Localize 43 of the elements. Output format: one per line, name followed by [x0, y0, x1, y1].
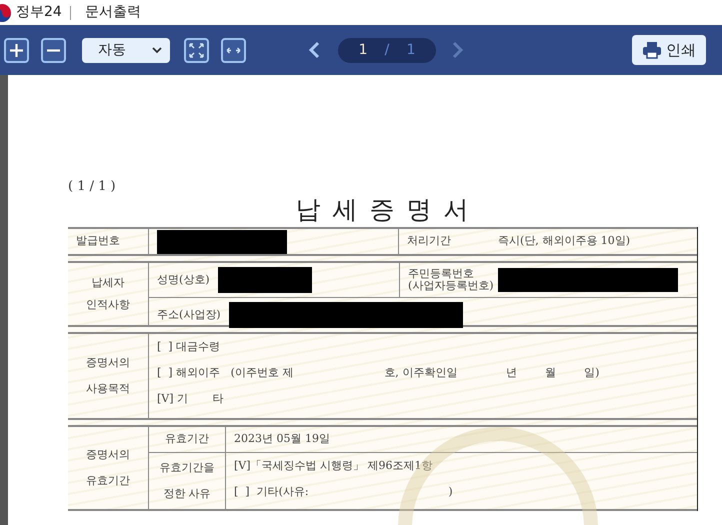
- reason-option: [V]「국세징수법 시행령」 제96조제1항: [234, 453, 689, 479]
- print-button[interactable]: 인쇄: [632, 35, 706, 65]
- field-label: 유효기간을: [160, 460, 214, 476]
- field-label: 발급번호: [76, 233, 120, 250]
- purpose-option: [V] 기 타: [157, 386, 689, 412]
- section-label: 납세자: [92, 275, 124, 291]
- plus-icon: [9, 42, 24, 58]
- fit-page-button[interactable]: [184, 38, 209, 62]
- page-separator: /: [384, 40, 390, 60]
- fit-page-icon: [189, 42, 204, 58]
- section-label: 증명서의: [86, 355, 130, 371]
- document-title: 납 세 증 명 서: [296, 195, 470, 224]
- field-label: 처리기간: [407, 233, 451, 250]
- zoom-in-button[interactable]: [4, 38, 29, 62]
- chevron-icon: [452, 41, 464, 59]
- reason-option: [ ] 기타(사유: ): [234, 479, 689, 505]
- field-label: 주민등록번호: [408, 268, 475, 280]
- purpose-option: [ ] 해외이주 (이주번호 제 호, 이주확인일 년 월 일): [157, 360, 689, 386]
- current-page[interactable]: 1: [358, 40, 368, 60]
- field-label: 주소(사업장): [157, 306, 221, 323]
- field-label: 정한 사유: [163, 486, 211, 502]
- caret-icon: [152, 46, 162, 54]
- window-title: 문서출력: [84, 3, 141, 22]
- field-value: 2023년 05월 19일: [234, 431, 330, 448]
- purpose-option: [ ] 대금수령: [157, 334, 689, 360]
- section-label: 인적사항: [86, 297, 130, 313]
- field-value: 즉시(단, 해외이주용 10일): [498, 233, 630, 250]
- field-label: 유효기간: [165, 431, 209, 448]
- zoom-out-button[interactable]: [41, 38, 66, 62]
- chevron-icon: [308, 41, 320, 59]
- minus-icon: [47, 48, 60, 52]
- section-label: 증명서의: [86, 447, 130, 463]
- zoom-select[interactable]: 자동: [82, 38, 170, 62]
- section-label: 유효기간: [86, 473, 130, 489]
- fit-width-button[interactable]: [221, 38, 246, 62]
- total-pages: 1: [406, 40, 416, 60]
- page-counter: ( 1 / 1 ): [68, 178, 117, 195]
- printer-icon: [642, 41, 662, 59]
- field-label: 성명(상호): [157, 272, 210, 288]
- site-name: 정부24: [16, 3, 62, 22]
- section-label: 사용목적: [86, 381, 130, 397]
- field-label: (사업자등록번호): [408, 280, 494, 292]
- logo-icon: [0, 4, 14, 22]
